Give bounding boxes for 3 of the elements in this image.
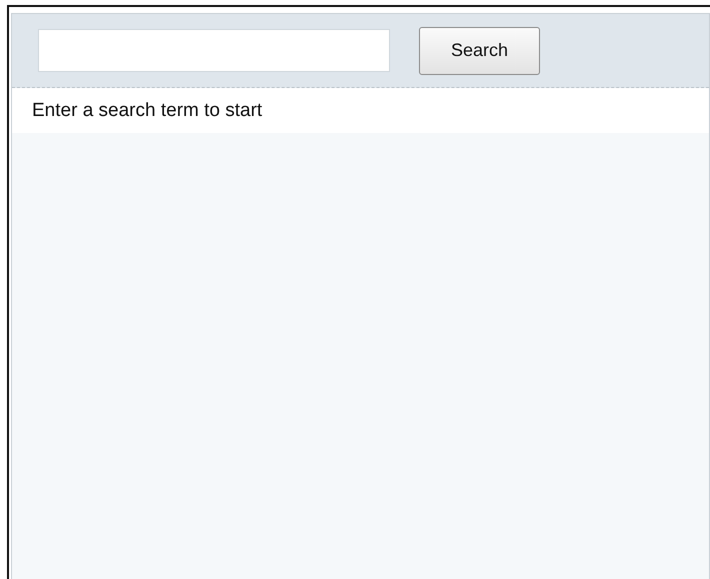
search-field[interactable] bbox=[38, 29, 390, 72]
search-button[interactable]: Search bbox=[419, 26, 540, 74]
status-message: Enter a search term to start bbox=[12, 88, 709, 133]
